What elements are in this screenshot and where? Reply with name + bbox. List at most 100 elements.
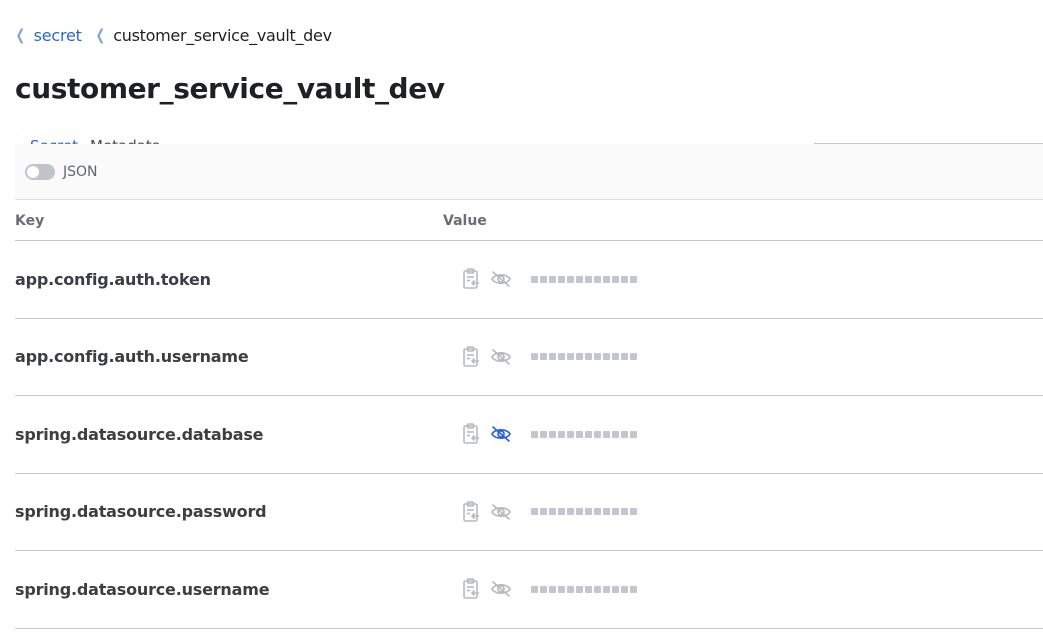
breadcrumb-current: customer_service_vault_dev bbox=[113, 25, 332, 45]
masked-dot bbox=[558, 430, 565, 438]
masked-dot bbox=[567, 508, 574, 516]
masked-dot bbox=[603, 275, 610, 283]
table-row: app.config.auth.token bbox=[15, 241, 1043, 319]
masked-dot bbox=[585, 430, 592, 438]
masked-dot bbox=[621, 275, 628, 283]
copy-icon[interactable] bbox=[459, 577, 483, 601]
masked-dot bbox=[531, 508, 538, 516]
masked-dot bbox=[621, 508, 628, 516]
masked-dot bbox=[621, 353, 628, 361]
key-cell: spring.datasource.password bbox=[15, 502, 443, 521]
value-cell bbox=[443, 500, 637, 524]
masked-dot bbox=[576, 353, 583, 361]
masked-dot bbox=[576, 430, 583, 438]
secret-key: app.config.auth.username bbox=[15, 347, 249, 367]
masked-dot bbox=[567, 585, 574, 593]
key-cell: app.config.auth.token bbox=[15, 270, 443, 289]
masked-dot bbox=[603, 508, 610, 516]
masked-dot bbox=[585, 585, 592, 593]
masked-dot bbox=[612, 508, 619, 516]
masked-value bbox=[531, 585, 637, 593]
copy-icon[interactable] bbox=[459, 500, 483, 524]
masked-dot bbox=[630, 275, 637, 283]
masked-dot bbox=[621, 585, 628, 593]
copy-icon[interactable] bbox=[459, 422, 483, 446]
masked-dot bbox=[594, 353, 601, 361]
masked-dot bbox=[630, 508, 637, 516]
masked-dot bbox=[585, 353, 592, 361]
secret-key: spring.datasource.password bbox=[15, 502, 267, 522]
masked-dot bbox=[576, 585, 583, 593]
eye-off-icon[interactable] bbox=[489, 500, 513, 524]
breadcrumb-link-secret[interactable]: secret bbox=[34, 26, 82, 45]
masked-dot bbox=[603, 585, 610, 593]
toggle-knob bbox=[27, 165, 39, 178]
table-body: app.config.auth.token app.config.auth.us… bbox=[15, 241, 1043, 629]
json-toggle-label: JSON bbox=[63, 163, 98, 180]
breadcrumb: ❮ secret ❮ customer_service_vault_dev bbox=[14, 24, 332, 46]
secret-key: spring.datasource.database bbox=[15, 424, 264, 444]
masked-dot bbox=[531, 275, 538, 283]
masked-dot bbox=[567, 430, 574, 438]
masked-dot bbox=[630, 353, 637, 361]
masked-dot bbox=[549, 430, 556, 438]
masked-dot bbox=[558, 353, 565, 361]
secret-key: spring.datasource.username bbox=[15, 579, 270, 599]
value-cell bbox=[443, 577, 637, 601]
masked-value bbox=[531, 508, 637, 516]
chevron-left-icon: ❮ bbox=[95, 26, 105, 44]
masked-dot bbox=[540, 508, 547, 516]
masked-dot bbox=[531, 430, 538, 438]
key-cell: app.config.auth.username bbox=[15, 347, 443, 366]
masked-dot bbox=[540, 353, 547, 361]
masked-dot bbox=[567, 353, 574, 361]
masked-dot bbox=[630, 585, 637, 593]
masked-dot bbox=[612, 275, 619, 283]
masked-dot bbox=[576, 508, 583, 516]
value-cell bbox=[443, 345, 637, 369]
masked-dot bbox=[621, 430, 628, 438]
masked-dot bbox=[594, 508, 601, 516]
masked-dot bbox=[594, 275, 601, 283]
masked-dot bbox=[585, 275, 592, 283]
masked-dot bbox=[558, 508, 565, 516]
table-row: spring.datasource.database bbox=[15, 396, 1043, 474]
masked-dot bbox=[576, 275, 583, 283]
masked-dot bbox=[567, 275, 574, 283]
masked-dot bbox=[549, 585, 556, 593]
json-toggle[interactable] bbox=[25, 163, 55, 180]
eye-off-icon[interactable] bbox=[489, 267, 513, 291]
masked-dot bbox=[558, 585, 565, 593]
masked-dot bbox=[540, 275, 547, 283]
masked-dot bbox=[630, 430, 637, 438]
eye-off-icon[interactable] bbox=[489, 577, 513, 601]
masked-value bbox=[531, 430, 637, 438]
masked-dot bbox=[549, 353, 556, 361]
key-cell: spring.datasource.username bbox=[15, 580, 443, 599]
value-cell bbox=[443, 267, 637, 291]
copy-icon[interactable] bbox=[459, 267, 483, 291]
masked-dot bbox=[612, 585, 619, 593]
masked-dot bbox=[540, 430, 547, 438]
masked-dot bbox=[540, 585, 547, 593]
eye-off-icon[interactable] bbox=[489, 422, 513, 446]
column-header-value: Value bbox=[443, 212, 487, 229]
table-row: app.config.auth.username bbox=[15, 319, 1043, 396]
column-header-key: Key bbox=[15, 212, 45, 229]
eye-off-icon[interactable] bbox=[489, 345, 513, 369]
masked-dot bbox=[612, 353, 619, 361]
value-cell bbox=[443, 422, 637, 446]
table-row: spring.datasource.password bbox=[15, 474, 1043, 551]
masked-dot bbox=[549, 275, 556, 283]
chevron-left-icon: ❮ bbox=[15, 26, 26, 44]
masked-dot bbox=[558, 275, 565, 283]
copy-icon[interactable] bbox=[459, 345, 483, 369]
masked-dot bbox=[603, 430, 610, 438]
masked-dot bbox=[612, 430, 619, 438]
masked-value bbox=[531, 353, 637, 361]
key-cell: spring.datasource.database bbox=[15, 425, 443, 444]
table-row: spring.datasource.username bbox=[15, 551, 1043, 629]
masked-dot bbox=[594, 585, 601, 593]
secret-table: Key Value app.config.auth.token app.conf… bbox=[15, 201, 1043, 629]
masked-dot bbox=[531, 353, 538, 361]
